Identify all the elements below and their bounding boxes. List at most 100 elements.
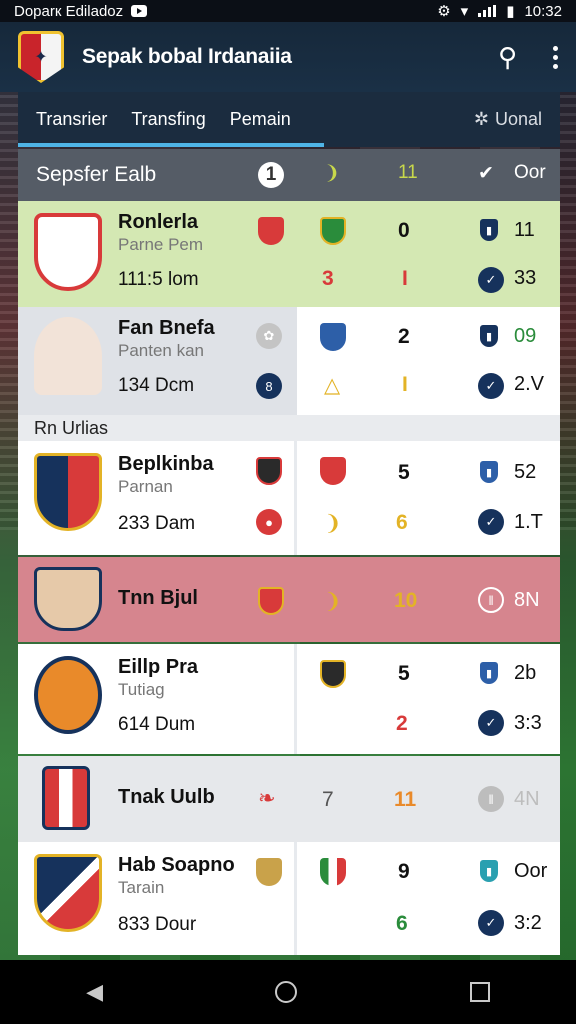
stat-icon: ▮ — [480, 461, 498, 483]
tab-transfing[interactable]: Transfing — [131, 109, 205, 130]
score: 11 — [394, 788, 417, 811]
score: 2 — [396, 712, 408, 735]
leaf-icon: ❩ — [324, 512, 342, 535]
settings-icon: ⚙ — [437, 3, 451, 20]
list-item[interactable]: Beplkinba Parnan 233 Dam ● 5 ❩ 6 ▮ 52 ✓ … — [18, 441, 560, 555]
team-badge — [258, 587, 284, 615]
recents-icon[interactable] — [469, 982, 490, 1002]
home-icon[interactable] — [275, 981, 298, 1003]
club-crest — [42, 766, 90, 830]
check-icon: ✓ — [478, 910, 504, 936]
stat-value: 52 — [514, 461, 537, 483]
row-sub: Panten kan — [118, 341, 205, 360]
team-badge — [320, 457, 346, 485]
check-icon: ✓ — [478, 710, 504, 736]
club-crest — [34, 213, 102, 291]
leaf-icon: ❩ — [324, 590, 342, 613]
player-avatar — [34, 567, 102, 631]
check-icon: ✓ — [478, 267, 504, 293]
app-logo — [18, 31, 64, 83]
stat-value: 11 — [514, 219, 535, 241]
tab-transrier[interactable]: Transrier — [36, 109, 107, 130]
app-title: Sepak bobal Irdanaiia — [82, 45, 292, 68]
club-crest — [34, 854, 102, 932]
team-badge — [320, 323, 346, 351]
stat-value: 4N — [514, 788, 540, 810]
list-item[interactable]: Tnn Bjul ❩ 10 ‖ 8N — [18, 557, 560, 642]
team-badge — [256, 858, 282, 886]
team-badge — [258, 217, 284, 245]
score: 5 — [398, 461, 410, 484]
score: 7 — [322, 788, 334, 811]
tab-more[interactable]: ✲ Uonal — [474, 109, 542, 130]
list-item[interactable]: Fan Bnefa Panten kan 134 Dcm ✿ 8 2 △ I ▮… — [18, 307, 560, 415]
more-menu-icon[interactable] — [553, 45, 558, 69]
row-sub: Parnan — [118, 477, 173, 496]
tab-bar: Transrier Transfing Pemain ✲ Uonal — [18, 92, 560, 147]
check-icon: ✓ — [478, 373, 504, 399]
row-sub: Tutiag — [118, 680, 165, 699]
check-icon: ✔ — [478, 163, 494, 184]
club-crest — [34, 453, 102, 531]
score: 9 — [398, 860, 410, 883]
list-item[interactable]: Eillp Pra Tutiag 614 Dum 5 2 ▮ 2b ✓ 3:3 — [18, 644, 560, 754]
score: 10 — [394, 589, 418, 612]
header-col4: Oor — [514, 162, 546, 183]
score: 3 — [322, 267, 334, 290]
row-name: Beplkinba — [118, 453, 214, 475]
header-name: Sepsfer Ealb — [36, 163, 157, 186]
status-bar: Doparк Ediladoz ⚙ ▾ ▮ 10:32 — [0, 0, 576, 22]
header-col1: 1 — [258, 162, 284, 188]
list-item[interactable]: Hab Soapno Tarain 833 Dour 9 6 ▮ Oor ✓ 3… — [18, 842, 560, 955]
stat-icon: ▮ — [480, 325, 498, 347]
gear-icon: ✲ — [473, 109, 489, 129]
team-badge — [256, 457, 282, 485]
check-icon: ✓ — [478, 509, 504, 535]
back-icon[interactable]: ◀ — [86, 979, 103, 1005]
stat-value: 2.V — [514, 373, 545, 395]
system-nav-bar: ◀ — [0, 960, 576, 1024]
row-name: Tnak Uulb — [118, 786, 215, 808]
pause-icon: ‖ — [478, 587, 504, 613]
stat-value: 3:2 — [514, 912, 542, 934]
record-icon: ● — [256, 509, 282, 535]
row-sub: Tarain — [118, 878, 165, 897]
stat-icon: ▮ — [480, 860, 498, 882]
list-item[interactable]: Ronlerla Parne Pem 111:5 lom 0 3 I ▮ 11 … — [18, 201, 560, 308]
score: 5 — [398, 662, 410, 685]
status-time: 10:32 — [524, 2, 562, 20]
row-name: Tnn Bjul — [118, 587, 198, 609]
stat-value: 2b — [514, 662, 537, 684]
stat-value: 33 — [514, 267, 537, 289]
score: 0 — [398, 219, 410, 242]
row-name: Fan Bnefa — [118, 317, 215, 339]
row-badge: 8 — [256, 373, 282, 399]
list-item[interactable]: Tnak Uulb ❧ 7 11 ‖ 4N — [18, 756, 560, 842]
header-col3: 11 — [398, 162, 418, 183]
app-bar: Sepak bobal Irdanaiia ⚲ — [0, 22, 576, 92]
row-name: Hab Soapno — [118, 854, 235, 876]
club-crest — [34, 656, 102, 734]
row-time: 111:5 lom — [118, 269, 199, 290]
row-name: Eillp Pra — [118, 656, 199, 678]
battery-icon: ▮ — [506, 3, 515, 20]
flag-marker: I — [402, 373, 408, 396]
score: 6 — [396, 912, 408, 935]
tab-pemain[interactable]: Pemain — [230, 109, 291, 130]
tab-more-label: Uonal — [494, 109, 542, 129]
pause-icon: ‖ — [478, 786, 504, 812]
team-badge — [320, 660, 346, 688]
search-icon[interactable]: ⚲ — [498, 44, 517, 70]
stat-value: 09 — [514, 325, 537, 347]
flame-icon: ❧ — [258, 787, 276, 810]
warning-icon: △ — [324, 374, 341, 397]
team-badge — [320, 858, 346, 886]
stat-value: 8N — [514, 589, 540, 611]
score: 2 — [398, 325, 410, 348]
row-time: 134 Dcm — [118, 375, 195, 396]
stat-value: 1.T — [514, 511, 543, 533]
leaf-icon: ❩ — [324, 163, 340, 184]
team-badge — [320, 217, 346, 245]
status-text: Doparк Ediladoz — [14, 2, 124, 20]
row-sub: Parne Pem — [118, 235, 204, 254]
